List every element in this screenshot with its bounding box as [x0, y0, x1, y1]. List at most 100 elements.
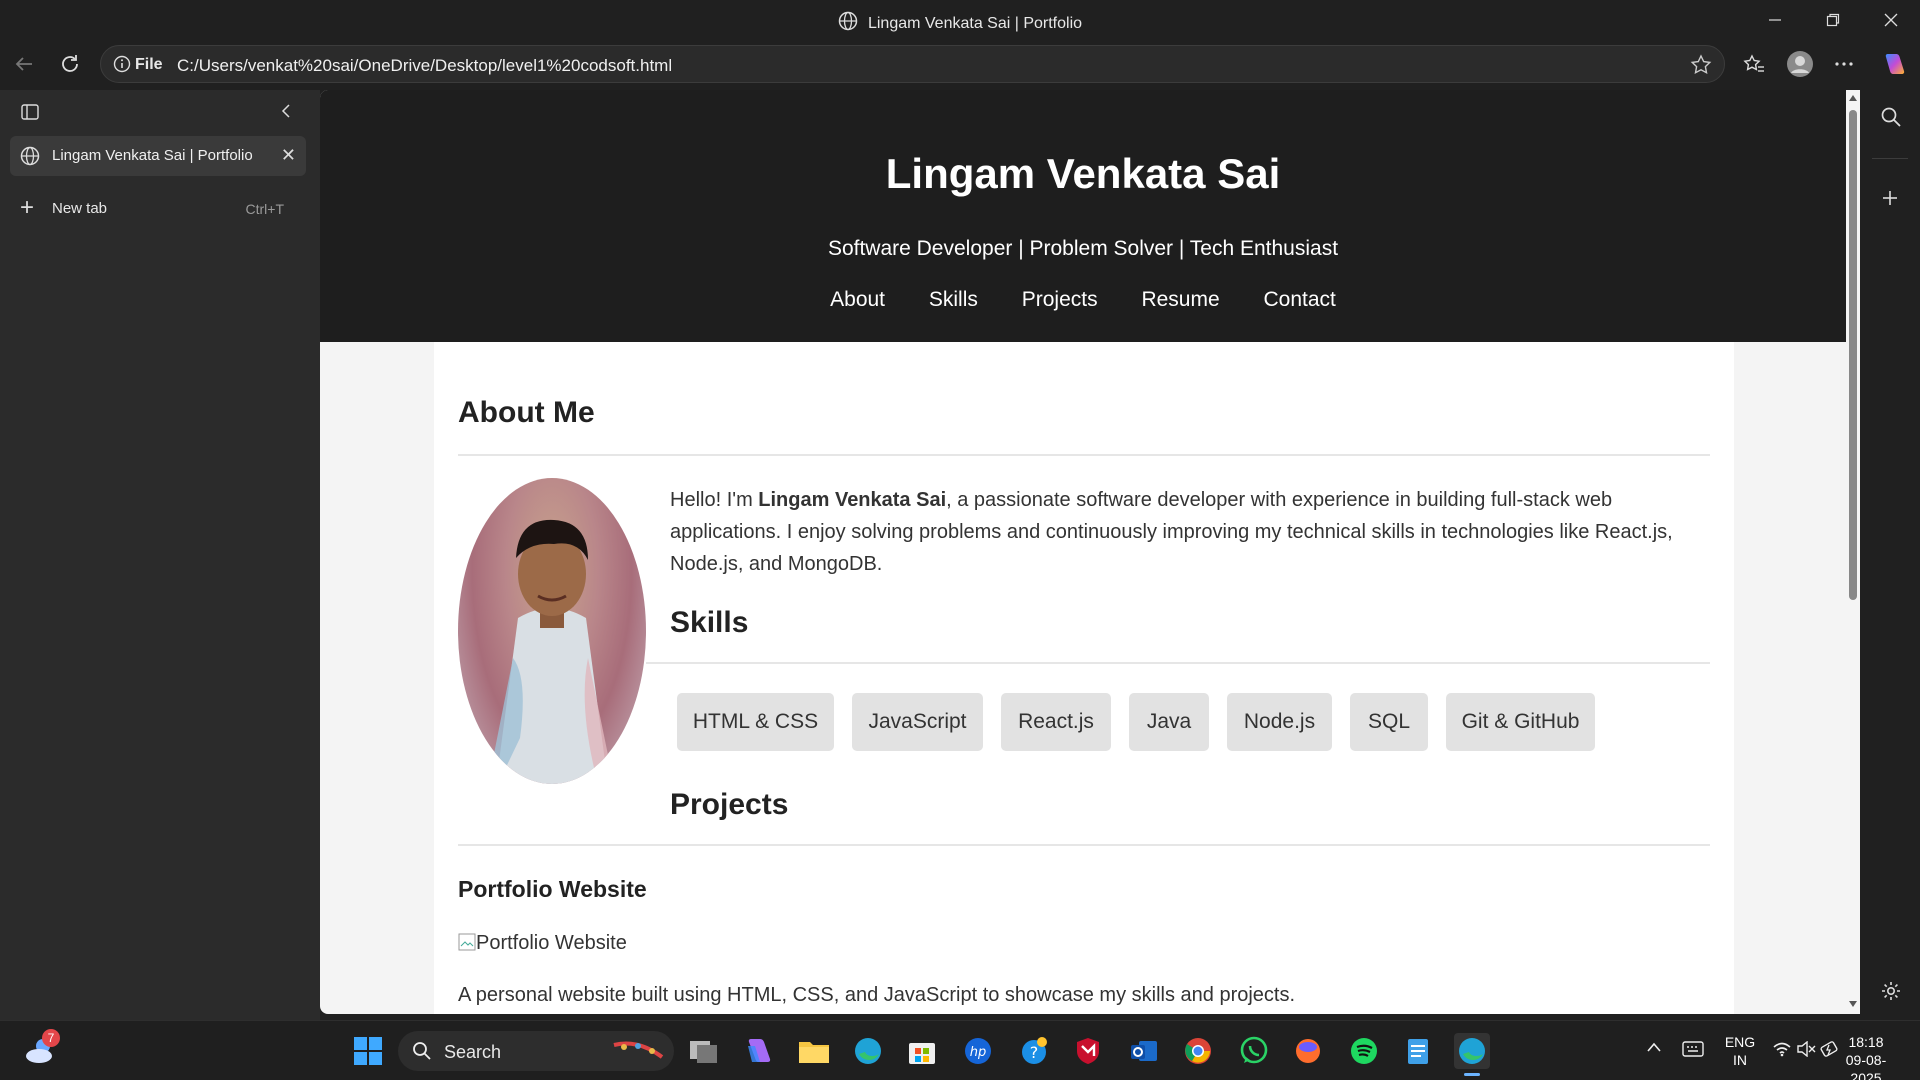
keyboard-icon[interactable]: [1682, 1041, 1704, 1057]
nav-link-resume[interactable]: Resume: [1141, 288, 1219, 311]
tab-label: Lingam Venkata Sai | Portfolio: [52, 147, 253, 164]
app-icon: [1296, 1039, 1320, 1063]
language-indicator[interactable]: ENG IN: [1722, 1033, 1758, 1069]
orange-app-button[interactable]: [1290, 1033, 1326, 1069]
search-icon[interactable]: [1880, 106, 1902, 133]
gear-icon[interactable]: [1880, 980, 1902, 1007]
clock-time: 18:18: [1848, 1034, 1884, 1050]
favorites-button[interactable]: [1736, 48, 1772, 80]
info-icon[interactable]: [113, 55, 131, 78]
wifi-icon[interactable]: [1772, 1041, 1792, 1057]
site-tagline: Software Developer | Problem Solver | Te…: [827, 237, 1339, 260]
weather-widget[interactable]: 7: [22, 1029, 60, 1069]
site-header: Lingam Venkata Sai Software Developer | …: [320, 90, 1846, 342]
start-button[interactable]: [350, 1033, 386, 1069]
main-content: About Me Hello! I'm Lingam Venkata Sai, …: [434, 342, 1734, 1014]
intro-name: Lingam Venkata Sai: [758, 489, 947, 511]
about-divider: [458, 454, 1710, 456]
chevron-up-icon[interactable]: [1646, 1041, 1662, 1053]
profile-avatar-icon: [1787, 51, 1813, 77]
file-explorer-button[interactable]: [796, 1033, 832, 1069]
windows-logo-icon: [354, 1037, 382, 1065]
restore-button[interactable]: [1804, 0, 1862, 40]
close-icon: [1884, 13, 1898, 27]
add-icon[interactable]: [1880, 188, 1900, 213]
volume-muted-icon[interactable]: [1796, 1041, 1816, 1057]
taskbar-search[interactable]: Search: [398, 1031, 674, 1071]
weather-badge: 7: [42, 1029, 60, 1047]
clock[interactable]: 18:18 09-08-2025: [1836, 1033, 1896, 1080]
collapse-panel-icon[interactable]: [278, 102, 296, 125]
window-title-text: Lingam Venkata Sai | Portfolio: [867, 15, 1083, 32]
refresh-icon: [62, 55, 78, 72]
mcafee-button[interactable]: [1070, 1033, 1106, 1069]
broken-image-icon: [458, 933, 476, 951]
store-button[interactable]: [904, 1033, 940, 1069]
scroll-down-icon[interactable]: [1848, 1000, 1858, 1008]
more-menu-button[interactable]: [1826, 48, 1862, 80]
spotify-button[interactable]: [1346, 1033, 1382, 1069]
site-title: Lingam Venkata Sai: [885, 150, 1281, 197]
outlook-button[interactable]: [1126, 1033, 1162, 1069]
notepad-button[interactable]: [1400, 1033, 1436, 1069]
skill-tag: JavaScript: [852, 693, 983, 751]
page-viewport: Lingam Venkata Sai Software Developer | …: [320, 90, 1846, 1014]
search-highlight-icon: [613, 1041, 664, 1059]
nav-link-contact[interactable]: Contact: [1263, 288, 1335, 311]
nav-link-projects[interactable]: Projects: [1022, 288, 1098, 311]
chrome-button[interactable]: [1180, 1033, 1216, 1069]
copilot-icon: [1885, 54, 1905, 74]
nav-link-about[interactable]: About: [830, 288, 885, 311]
copilot-taskbar-button[interactable]: [740, 1033, 776, 1069]
project-image-broken: Portfolio Website: [458, 932, 627, 955]
scroll-up-icon[interactable]: [1848, 94, 1858, 102]
hp-icon: hp: [965, 1038, 991, 1064]
vertical-tabs-panel: Lingam Venkata Sai | Portfolio ✕ + New t…: [0, 90, 320, 1020]
spotify-icon: [1351, 1038, 1377, 1064]
project-title: Portfolio Website: [458, 876, 647, 902]
intro-prefix: Hello! I'm: [670, 489, 759, 511]
edge-icon: [1459, 1038, 1485, 1064]
more-dots-icon: [1835, 62, 1853, 66]
copilot-button[interactable]: [1876, 48, 1912, 80]
minimize-button[interactable]: [1746, 0, 1804, 40]
svg-text:hp: hp: [970, 1045, 987, 1060]
favorite-star-icon[interactable]: [1690, 54, 1712, 81]
skills-divider: [646, 662, 1710, 664]
nav-link-skills[interactable]: Skills: [929, 288, 978, 311]
browser-toolbar: File C:/Users/venkat%20sai/OneDrive/Desk…: [0, 42, 1920, 86]
skill-tag: React.js: [1001, 693, 1111, 751]
tab-item-portfolio[interactable]: Lingam Venkata Sai | Portfolio ✕: [10, 136, 306, 176]
active-indicator: [1464, 1073, 1480, 1076]
whatsapp-button[interactable]: [1236, 1033, 1272, 1069]
notepad-icon: [1408, 1039, 1428, 1064]
plus-icon: +: [20, 194, 35, 221]
skills-heading: Skills: [670, 606, 749, 639]
edge-taskbar-button[interactable]: [850, 1033, 886, 1069]
chrome-icon: [1185, 1038, 1211, 1064]
url-text[interactable]: C:/Users/venkat%20sai/OneDrive/Desktop/l…: [177, 56, 672, 76]
skill-tag: Node.js: [1227, 693, 1332, 751]
close-tab-icon[interactable]: ✕: [281, 145, 296, 166]
help-button[interactable]: ?: [1016, 1033, 1052, 1069]
scrollbar-thumb[interactable]: [1849, 110, 1857, 600]
profile-button[interactable]: [1782, 48, 1818, 80]
about-heading: About Me: [458, 396, 595, 429]
restore-icon: [1826, 13, 1840, 27]
help-icon: ?: [1022, 1037, 1047, 1064]
new-tab-button[interactable]: + New tab Ctrl+T: [20, 194, 290, 224]
hp-button[interactable]: hp: [960, 1033, 996, 1069]
edge-active-taskbar-button[interactable]: [1454, 1033, 1490, 1076]
task-view-button[interactable]: [686, 1033, 722, 1069]
back-button[interactable]: [6, 48, 42, 80]
refresh-button[interactable]: [52, 48, 88, 80]
address-bar[interactable]: File C:/Users/venkat%20sai/OneDrive/Desk…: [100, 45, 1725, 83]
new-tab-shortcut: Ctrl+T: [245, 201, 285, 217]
region-text: IN: [1733, 1052, 1747, 1068]
close-window-button[interactable]: [1862, 0, 1920, 40]
page-scrollbar[interactable]: [1846, 90, 1860, 1014]
shield-icon: [1077, 1038, 1099, 1064]
folder-icon: [799, 1042, 829, 1063]
about-intro: Hello! I'm Lingam Venkata Sai, a passion…: [670, 484, 1700, 580]
tab-actions-icon[interactable]: [20, 102, 40, 127]
